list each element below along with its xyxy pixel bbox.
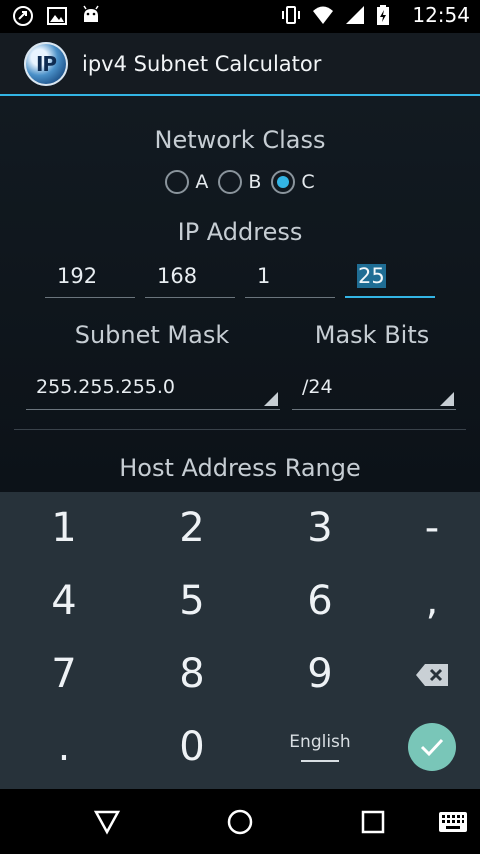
radio-button-selected[interactable] [271,170,296,194]
calculator-form: Network Class A B C IP Address 192 168 1… [0,96,480,492]
back-icon[interactable] [92,807,122,837]
backspace-key[interactable] [372,638,480,710]
radio-class-a[interactable]: A [165,170,208,194]
key-minus[interactable]: - [372,492,480,564]
ip-octet-4-input[interactable]: 25 [345,256,435,298]
key-8[interactable]: 8 [132,638,252,710]
ip-octet-1-value: 192 [57,264,98,288]
ip-octet-3-input[interactable]: 1 [245,256,335,298]
key-7[interactable]: 7 [4,638,124,710]
keyboard-switch-icon[interactable] [438,807,468,837]
numeric-keyboard: 1 2 3 - 4 5 6 , 7 8 9 . 0 English [0,492,480,789]
language-switch-key[interactable]: English [260,711,380,783]
key-4[interactable]: 4 [4,565,124,637]
dropdown-arrow-icon [264,392,278,406]
vibrate-icon [280,4,302,26]
host-range-label: Host Address Range [119,454,361,482]
radio-class-b[interactable]: B [218,170,261,194]
divider [14,429,466,430]
status-clock: 12:54 [412,3,470,27]
action-bar: IP ipv4 Subnet Calculator [0,33,480,96]
key-2[interactable]: 2 [132,492,252,564]
checkmark-icon [408,723,456,771]
radio-label: C [301,171,315,193]
wifi-icon [312,4,334,26]
language-underline [301,760,339,762]
network-class-radio-group: A B C [0,170,480,194]
image-icon [46,5,68,27]
mask-bits-value: /24 [302,376,333,398]
ip-address-label: IP Address [177,218,303,246]
radio-label: B [248,171,262,193]
ip-octet-4-value: 25 [357,264,386,288]
battery-charging-icon [376,4,398,26]
dropdown-arrow-icon [440,392,454,406]
subnet-mask-dropdown[interactable]: 255.255.255.0 [26,370,280,410]
sync-icon [12,5,34,27]
mask-bits-dropdown[interactable]: /24 [292,370,456,410]
key-9[interactable]: 9 [260,638,380,710]
done-key[interactable] [372,711,480,783]
radio-button[interactable] [165,170,190,194]
key-period[interactable]: . [4,711,124,783]
key-5[interactable]: 5 [132,565,252,637]
key-0[interactable]: 0 [132,711,252,783]
radio-button[interactable] [218,170,243,194]
status-bar: 12:54 [0,0,480,33]
ip-octet-2-input[interactable]: 168 [145,256,235,298]
key-3[interactable]: 3 [260,492,380,564]
backspace-icon [415,651,449,697]
radio-label: A [195,171,209,193]
language-label: English [289,732,351,752]
recents-icon[interactable] [358,807,388,837]
app-logo-text: IP [35,51,57,76]
radio-class-c[interactable]: C [271,170,315,194]
app-logo: IP [24,41,68,86]
key-6[interactable]: 6 [260,565,380,637]
mask-bits-label: Mask Bits [314,321,430,349]
key-comma[interactable]: , [372,565,480,637]
ip-octet-3-value: 1 [257,264,271,288]
key-1[interactable]: 1 [4,492,124,564]
network-class-label: Network Class [154,126,326,154]
navigation-bar [0,789,480,854]
app-title: ipv4 Subnet Calculator [82,51,322,76]
signal-icon [344,4,366,26]
home-icon[interactable] [225,807,255,837]
android-icon [80,5,102,27]
subnet-mask-value: 255.255.255.0 [36,376,176,398]
ip-octet-1-input[interactable]: 192 [45,256,135,298]
ip-octet-2-value: 168 [157,264,198,288]
